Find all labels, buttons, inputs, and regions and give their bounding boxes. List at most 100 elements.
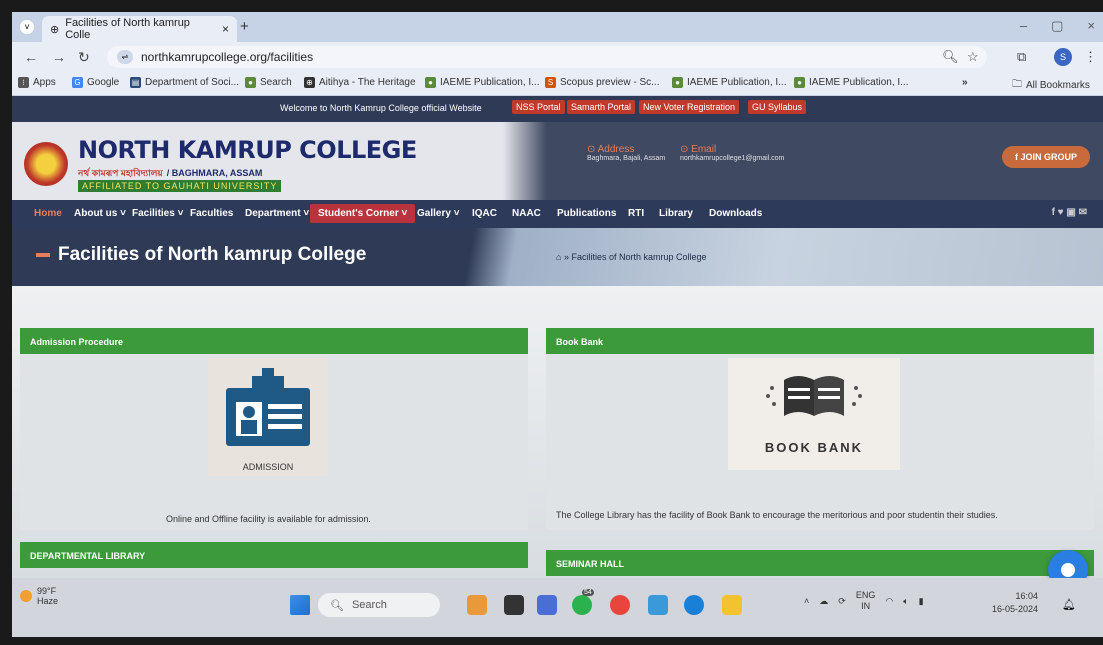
wifi-icon[interactable]: ◠ bbox=[885, 596, 893, 607]
nav-about-us[interactable]: About us ˅ bbox=[74, 208, 126, 219]
system-tray: ˄ ☁ ⟳ ENG IN ◠ 🔈︎ ▮ bbox=[804, 590, 924, 612]
bookmarks-overflow[interactable]: » bbox=[962, 77, 968, 88]
browser-tabstrip: ˅ ⊕ Facilities of North kamrup Colle × +… bbox=[12, 12, 1103, 42]
refresh-icon[interactable]: ⟳ bbox=[838, 596, 846, 607]
browser-tab[interactable]: ⊕ Facilities of North kamrup Colle × bbox=[42, 16, 237, 42]
clock-date: 16-05-2024 bbox=[992, 604, 1039, 614]
site-topbar: Welcome to North Kamrup College official… bbox=[12, 96, 1103, 122]
chrome-icon[interactable] bbox=[610, 595, 630, 615]
folder-icon[interactable] bbox=[722, 595, 742, 615]
panel-title-book-bank: Book Bank bbox=[546, 328, 1094, 354]
bookmark-aitihya[interactable]: ⊕ Aitihya - The Heritage bbox=[304, 77, 416, 88]
nav-home[interactable]: Home bbox=[34, 208, 62, 219]
bookmark-icon: ● bbox=[425, 77, 436, 88]
back-icon[interactable]: ← bbox=[24, 49, 38, 65]
notification-bell-icon[interactable]: 🔔︎ bbox=[1062, 598, 1076, 611]
nav-downloads[interactable]: Downloads bbox=[709, 208, 762, 219]
nav-publications[interactable]: Publications bbox=[557, 208, 616, 219]
nav-iqac[interactable]: IQAC bbox=[472, 208, 497, 219]
join-group-button[interactable]: f JOIN GROUP bbox=[1002, 146, 1090, 168]
email-value[interactable]: northkamrupcollege1@gmail.com bbox=[680, 155, 784, 162]
widgets-icon[interactable] bbox=[467, 595, 487, 615]
reload-icon[interactable]: ↻ bbox=[78, 49, 90, 66]
link-voter-registration[interactable]: New Voter Registration bbox=[639, 100, 740, 114]
nav-rti[interactable]: RTI bbox=[628, 208, 644, 219]
volume-icon[interactable]: 🔈︎ bbox=[903, 596, 908, 607]
minimize-icon[interactable]: – bbox=[1020, 18, 1027, 34]
weather-widget[interactable]: 99°F Haze bbox=[20, 586, 58, 606]
star-icon[interactable]: ☆ bbox=[967, 49, 979, 65]
link-nss-portal[interactable]: NSS Portal bbox=[512, 100, 565, 114]
notepad-icon[interactable] bbox=[648, 595, 668, 615]
address-block: ⊙ Address Baghmara, Bajali, Assam bbox=[587, 144, 665, 162]
taskbar-search[interactable]: 🔍︎ Search bbox=[318, 593, 440, 617]
nav-library[interactable]: Library bbox=[659, 208, 693, 219]
panel-book-bank: BOOK BANK The College Library has the fa… bbox=[546, 354, 1094, 530]
college-name[interactable]: NORTH KAMRUP COLLEGE bbox=[78, 136, 417, 164]
bookmark-dept[interactable]: ▤ Department of Soci... bbox=[130, 77, 239, 88]
edge-icon[interactable] bbox=[684, 595, 704, 615]
taskbar-clock[interactable]: 16:04 16-05-2024 bbox=[992, 590, 1038, 616]
book-bank-caption: The College Library has the facility of … bbox=[556, 510, 998, 520]
forward-icon[interactable]: → bbox=[52, 49, 66, 65]
all-bookmarks[interactable]: 🗀 All Bookmarks bbox=[1012, 77, 1090, 94]
nav-faculties[interactable]: Faculties bbox=[190, 208, 233, 219]
close-icon[interactable]: × bbox=[222, 22, 229, 36]
nav-gallery[interactable]: Gallery ˅ bbox=[417, 208, 460, 219]
folder-icon: 🗀 bbox=[1012, 79, 1022, 90]
google-icon: G bbox=[72, 77, 83, 88]
breadcrumb: ⌂ » Facilities of North kamrup College bbox=[556, 252, 707, 262]
site-info-icon[interactable]: ⇌ bbox=[117, 50, 133, 64]
address-bar[interactable]: ⇌ northkamrupcollege.org/facilities bbox=[107, 46, 987, 68]
sun-icon bbox=[20, 590, 32, 602]
address-value: Baghmara, Bajali, Assam bbox=[587, 155, 666, 162]
nav-naac[interactable]: NAAC bbox=[512, 208, 541, 219]
profile-avatar[interactable]: S bbox=[1054, 48, 1072, 66]
whatsapp-icon[interactable]: 54 bbox=[572, 589, 594, 615]
address-label: ⊙ Address bbox=[587, 144, 635, 155]
weather-temp: 99°F bbox=[37, 586, 57, 596]
tab-search-icon[interactable]: ˅ bbox=[20, 20, 34, 34]
bookmark-iaeme-2[interactable]: ● IAEME Publication, I... bbox=[672, 77, 787, 88]
maximize-icon[interactable]: ▢ bbox=[1051, 18, 1063, 34]
bookmark-apps[interactable]: ⁝ Apps bbox=[18, 77, 56, 88]
nav-department[interactable]: Department ˅ bbox=[245, 208, 309, 219]
zoom-icon[interactable]: 🔍︎ bbox=[942, 49, 959, 65]
bookmark-iaeme-1[interactable]: ● IAEME Publication, I... bbox=[425, 77, 540, 88]
nav-facilities[interactable]: Facilities ˅ bbox=[132, 208, 183, 219]
link-samarth-portal[interactable]: Samarth Portal bbox=[567, 100, 636, 114]
title-dash bbox=[36, 253, 50, 257]
email-label: ⊙ Email bbox=[680, 144, 717, 155]
close-window-icon[interactable]: × bbox=[1087, 18, 1095, 34]
bookmark-iaeme-3[interactable]: ● IAEME Publication, I... bbox=[794, 77, 909, 88]
cloud-icon[interactable]: ☁ bbox=[819, 596, 828, 607]
extensions-icon[interactable]: ⧉ bbox=[1017, 49, 1026, 65]
college-logo-icon[interactable] bbox=[24, 142, 68, 186]
main-nav: Home About us ˅ Facilities ˅ Faculties D… bbox=[12, 200, 1103, 228]
bookmark-scopus[interactable]: S Scopus preview - Sc... bbox=[545, 77, 659, 88]
windows-taskbar: 99°F Haze 🔍︎ Search 54 ˄ ☁ ⟳ ENG IN ◠ 🔈︎ ▮ … bbox=[12, 578, 1103, 637]
panel-title-admission: Admission Procedure bbox=[20, 328, 528, 354]
meet-icon[interactable] bbox=[537, 595, 557, 615]
menu-icon[interactable]: ⋮ bbox=[1084, 49, 1097, 65]
bookmark-icon: ● bbox=[245, 77, 256, 88]
bookmark-search[interactable]: ● Search bbox=[245, 77, 292, 88]
bookmark-google[interactable]: G Google bbox=[72, 77, 119, 88]
chevron-up-icon[interactable]: ˄ bbox=[804, 596, 809, 606]
panel-title-seminar-hall: SEMINAR HALL bbox=[546, 550, 1094, 576]
file-explorer-icon[interactable] bbox=[504, 595, 524, 615]
link-gu-syllabus[interactable]: GU Syllabus bbox=[748, 100, 807, 114]
home-icon[interactable]: ⌂ bbox=[556, 252, 561, 262]
globe-icon: ⊕ bbox=[304, 77, 315, 88]
nav-students-corner[interactable]: Student's Corner ˅ bbox=[310, 204, 416, 223]
battery-icon[interactable]: ▮ bbox=[919, 596, 924, 607]
social-icons[interactable]: f ♥ ▣ ✉ bbox=[1052, 207, 1087, 218]
browser-toolbar: ← → ↻ ⇌ northkamrupcollege.org/facilitie… bbox=[12, 42, 1103, 72]
language-indicator[interactable]: ENG IN bbox=[856, 590, 876, 612]
new-tab-button[interactable]: + bbox=[240, 18, 249, 35]
windows-start-icon[interactable] bbox=[290, 595, 310, 615]
apps-icon: ⁝ bbox=[18, 77, 29, 88]
url-text: northkamrupcollege.org/facilities bbox=[141, 50, 314, 64]
book-bank-image-label: BOOK BANK bbox=[764, 440, 864, 455]
bookmark-icon: ▤ bbox=[130, 77, 141, 88]
